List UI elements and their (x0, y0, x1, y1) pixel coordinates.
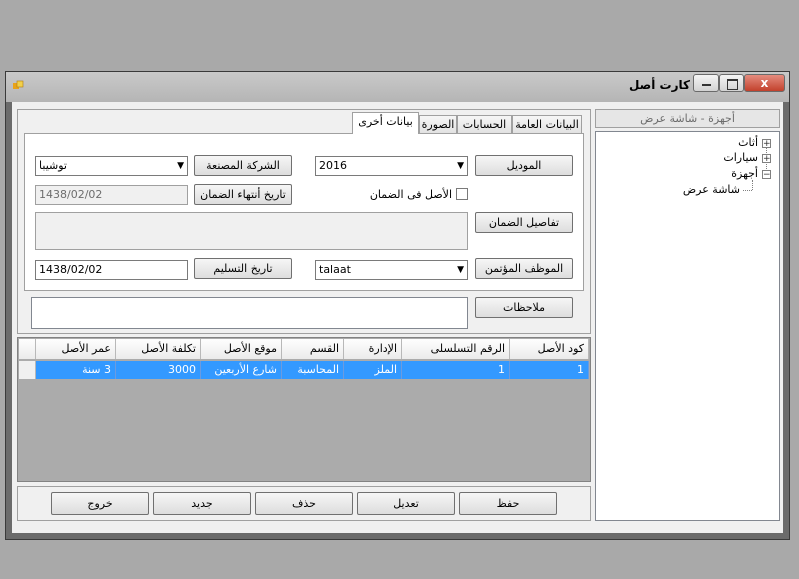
cell-asset-location[interactable]: شارع الأربعين (201, 361, 282, 379)
maximize-icon (727, 79, 738, 90)
tab-accounts[interactable]: الحسابات (457, 115, 512, 133)
delete-button[interactable]: حذف (255, 492, 353, 515)
tree-node-furniture[interactable]: أثاث (700, 136, 758, 149)
trusted-employee-label: الموظف المؤتمن (475, 258, 573, 279)
minimize-button[interactable] (693, 74, 719, 92)
column-header-asset-cost[interactable]: تكلفة الأصل (116, 339, 201, 359)
app-icon (12, 80, 24, 92)
manufacturer-select[interactable]: توشيبا ▼ (35, 156, 188, 176)
expand-icon[interactable]: + (762, 139, 771, 149)
cell-serial-number[interactable]: 1 (402, 361, 510, 379)
dropdown-arrow-icon: ▼ (177, 161, 184, 171)
model-select[interactable]: 2016 ▼ (315, 156, 468, 176)
tab-general-data[interactable]: البيانات العامة (512, 115, 582, 133)
tree-node-devices[interactable]: أجهزة (700, 167, 758, 180)
maximize-button[interactable] (719, 74, 744, 92)
column-header-department[interactable]: الإدارة (344, 339, 402, 359)
notes-textarea[interactable] (31, 297, 468, 329)
model-value: 2016 (319, 159, 347, 172)
tree-connector (752, 180, 753, 190)
warranty-details-textarea[interactable] (35, 212, 468, 250)
cell-section[interactable]: المحاسبة (282, 361, 344, 379)
delivery-date-input[interactable]: 1438/02/02 (35, 260, 188, 280)
column-header-section[interactable]: القسم (282, 339, 344, 359)
cell-asset-cost[interactable]: 3000 (116, 361, 201, 379)
close-icon: x (760, 76, 769, 90)
trusted-employee-select[interactable]: talaat ▼ (315, 260, 468, 280)
expand-icon[interactable]: + (762, 154, 771, 164)
dropdown-arrow-icon: ▼ (457, 265, 464, 275)
manufacturer-label: الشركة المصنعة (194, 155, 292, 176)
row-header[interactable] (19, 361, 36, 379)
delivery-date-label: تاريخ التسليم (194, 258, 292, 279)
warranty-checkbox[interactable] (456, 188, 468, 200)
save-button[interactable]: حفظ (459, 492, 557, 515)
warranty-end-label: تاريخ أنتهاء الضمان (194, 184, 292, 205)
close-button[interactable]: x (744, 74, 785, 92)
tab-image[interactable]: الصورة (419, 115, 457, 133)
column-header-asset-code[interactable]: كود الأصل (510, 339, 589, 359)
edit-button[interactable]: تعديل (357, 492, 455, 515)
selected-path-display: أجهزة - شاشة عرض (595, 109, 780, 128)
grid-corner (19, 339, 36, 359)
cell-department[interactable]: الملز (344, 361, 402, 379)
collapse-icon[interactable]: − (762, 170, 771, 180)
minimize-icon (702, 84, 711, 86)
window-title: كارت أصل (628, 78, 690, 92)
warranty-end-date-input[interactable]: 1438/02/02 (35, 185, 188, 205)
new-button[interactable]: جديد (153, 492, 251, 515)
trusted-employee-value: talaat (319, 263, 351, 276)
column-header-asset-age[interactable]: عمر الأصل (36, 339, 116, 359)
warranty-details-label: تفاصيل الضمان (475, 212, 573, 233)
cell-asset-code[interactable]: 1 (510, 361, 589, 379)
tree-node-display-screen[interactable]: شاشة عرض (660, 183, 740, 196)
notes-label: ملاحظات (475, 297, 573, 318)
manufacturer-value: توشيبا (39, 159, 67, 172)
column-header-asset-location[interactable]: موقع الأصل (201, 339, 282, 359)
warranty-checkbox-label: الأصل فى الضمان (369, 188, 452, 201)
tree-connector (743, 190, 752, 191)
tree-node-cars[interactable]: سيارات (700, 151, 758, 164)
column-header-serial-number[interactable]: الرقم التسلسلى (402, 339, 510, 359)
dropdown-arrow-icon: ▼ (457, 161, 464, 171)
cell-asset-age[interactable]: 3 سنة (36, 361, 116, 379)
tab-other-data[interactable]: بيانات أخرى (352, 112, 419, 134)
model-label: الموديل (475, 155, 573, 176)
exit-button[interactable]: خروج (51, 492, 149, 515)
